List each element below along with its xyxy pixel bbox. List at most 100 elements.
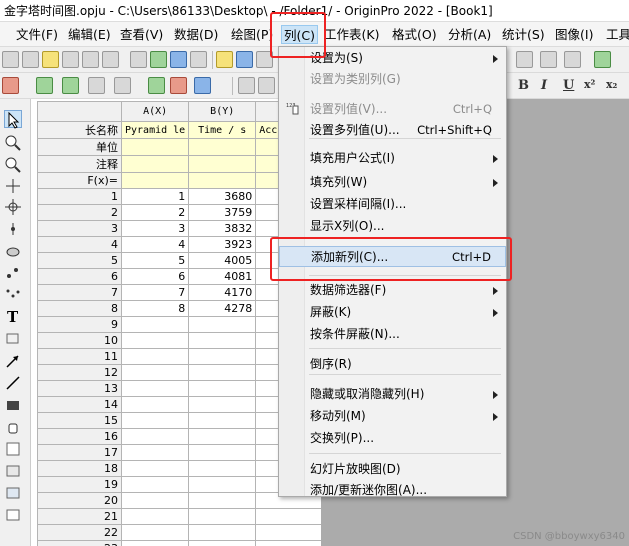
data-cell[interactable] [255, 540, 323, 546]
row-number[interactable]: 22 [37, 524, 122, 541]
data-cell[interactable]: 3680 [188, 188, 257, 205]
code-builder-icon[interactable] [516, 51, 533, 68]
row-number[interactable]: 10 [37, 332, 122, 349]
row-number[interactable]: 1 [37, 188, 122, 205]
data-cell[interactable] [120, 460, 190, 477]
menu-worksheet[interactable]: 工作表(K) [322, 25, 381, 44]
menu-item[interactable]: 隐藏或取消隐藏列(H) [279, 384, 506, 405]
data-cell[interactable]: 2 [120, 204, 190, 221]
row-number[interactable]: 16 [37, 428, 122, 445]
menu-analysis[interactable]: 分析(A) [446, 25, 493, 44]
data-cell[interactable] [120, 428, 190, 445]
menu-image[interactable]: 图像(I) [553, 25, 595, 44]
corner-cell[interactable] [37, 101, 122, 122]
units-cell-a[interactable] [120, 138, 190, 156]
data-cell[interactable]: 3 [120, 220, 190, 237]
row-number[interactable]: 2 [37, 204, 122, 221]
row-number[interactable]: 9 [37, 316, 122, 333]
menu-item[interactable]: 幻灯片放映图(D) [279, 459, 506, 480]
data-cell[interactable] [120, 364, 190, 381]
plot-icon[interactable] [194, 77, 211, 94]
excel-icon[interactable] [170, 51, 187, 68]
row-number[interactable]: 23 [37, 540, 122, 546]
import-icon[interactable] [150, 51, 167, 68]
text-tool-icon[interactable]: T [4, 307, 22, 326]
data-cell[interactable]: 6 [120, 268, 190, 285]
data-cell[interactable]: 4278 [188, 300, 257, 317]
new-matrix-icon[interactable] [42, 51, 59, 68]
data-cell[interactable] [120, 444, 190, 461]
fill-icon[interactable] [114, 77, 131, 94]
scatter-select-icon[interactable] [4, 286, 22, 304]
data-cell[interactable] [188, 396, 257, 413]
data-cell[interactable] [188, 348, 257, 365]
comments-cell-a[interactable] [120, 155, 190, 173]
menu-item[interactable]: 设置采样间隔(I)... [279, 194, 506, 215]
data-cell[interactable] [255, 508, 323, 525]
menu-item[interactable]: 倒序(R) [279, 354, 506, 375]
sort-icon[interactable] [36, 77, 53, 94]
new-workbook-icon[interactable] [22, 51, 39, 68]
menu-file[interactable]: 文件(F) [14, 25, 60, 44]
new-function-icon[interactable] [82, 51, 99, 68]
row-number[interactable]: 18 [37, 460, 122, 477]
data-cell[interactable] [120, 476, 190, 493]
open-folder-icon[interactable] [216, 51, 233, 68]
hand-tool-icon[interactable] [4, 418, 22, 436]
data-cell[interactable] [120, 348, 190, 365]
apps-icon[interactable] [594, 51, 611, 68]
insert-table-icon[interactable] [4, 506, 22, 524]
new-layout-icon[interactable] [102, 51, 119, 68]
color-icon[interactable] [170, 77, 187, 94]
menu-item[interactable]: 添加/更新迷你图(A)... [279, 480, 506, 501]
menu-edit[interactable]: 编辑(E) [66, 25, 113, 44]
rectangle-tool-icon[interactable] [4, 396, 22, 414]
data-cell[interactable]: 8 [120, 300, 190, 317]
column-header-b[interactable]: B(Y) [188, 101, 257, 122]
row-number[interactable]: 14 [37, 396, 122, 413]
set-column-values-icon[interactable] [88, 77, 105, 94]
data-cell[interactable] [120, 540, 190, 546]
fx-cell-b[interactable] [188, 172, 257, 189]
command-window-icon[interactable] [564, 51, 581, 68]
copy-icon[interactable] [258, 77, 275, 94]
menu-item[interactable]: 填充用户公式(I) [279, 148, 506, 169]
data-cell[interactable] [188, 316, 257, 333]
row-number[interactable]: 17 [37, 444, 122, 461]
comments-cell-b[interactable] [188, 155, 257, 173]
italic-button[interactable]: I [541, 78, 547, 93]
menu-item[interactable]: 移动列(M) [279, 406, 506, 427]
data-cell[interactable]: 4005 [188, 252, 257, 269]
data-cell[interactable]: 3832 [188, 220, 257, 237]
data-cell[interactable] [120, 412, 190, 429]
recent-icon[interactable] [236, 51, 253, 68]
data-cell[interactable] [188, 444, 257, 461]
menu-item[interactable]: 显示X列(O)... [279, 216, 506, 237]
row-number[interactable]: 6 [37, 268, 122, 285]
row-number[interactable]: 3 [37, 220, 122, 237]
column-header-a[interactable]: A(X) [120, 101, 190, 122]
data-cell[interactable] [188, 508, 257, 525]
menu-item[interactable]: 交换列(P)... [279, 428, 506, 449]
data-cell[interactable] [188, 492, 257, 509]
row-number[interactable]: 8 [37, 300, 122, 317]
units-cell-b[interactable] [188, 138, 257, 156]
statistics-icon[interactable] [62, 77, 79, 94]
data-cell[interactable]: 1 [120, 188, 190, 205]
data-cell[interactable]: 4 [120, 236, 190, 253]
data-reader-icon[interactable] [4, 198, 22, 216]
row-number[interactable]: 21 [37, 508, 122, 525]
data-cell[interactable]: 5 [120, 252, 190, 269]
template-icon[interactable] [190, 51, 207, 68]
data-cell[interactable] [188, 460, 257, 477]
insert-equation-icon[interactable] [4, 462, 22, 480]
long-name-cell-b[interactable]: Time / s [188, 121, 257, 139]
row-number[interactable]: 4 [37, 236, 122, 253]
data-cell[interactable] [120, 316, 190, 333]
data-cell[interactable]: 4081 [188, 268, 257, 285]
data-cell[interactable] [120, 332, 190, 349]
data-cursor-icon[interactable] [4, 220, 22, 238]
menu-data[interactable]: 数据(D) [172, 25, 220, 44]
menu-view[interactable]: 查看(V) [118, 25, 165, 44]
data-cell[interactable] [120, 524, 190, 541]
